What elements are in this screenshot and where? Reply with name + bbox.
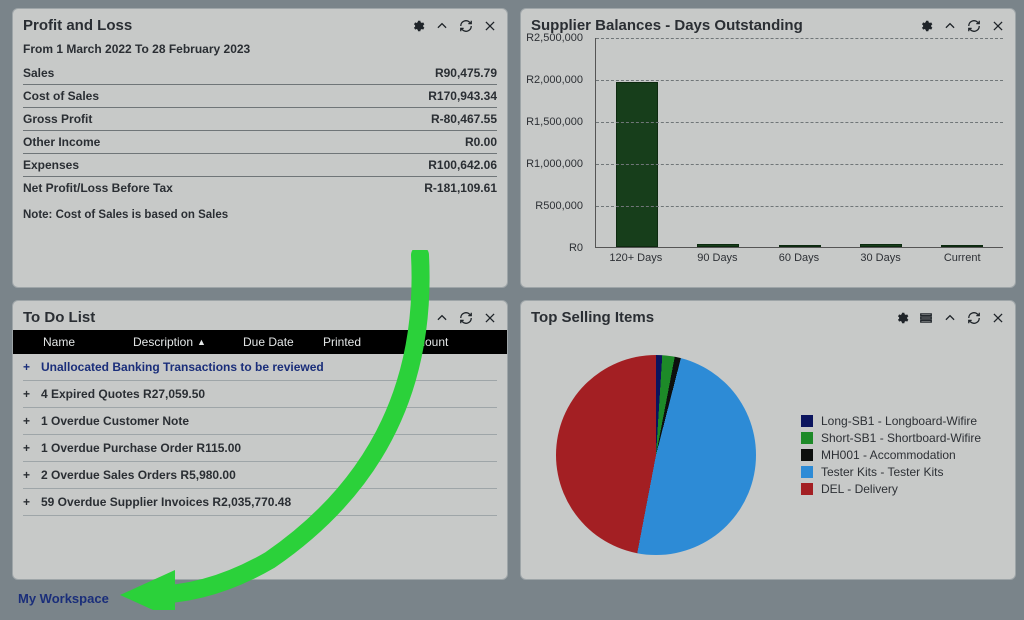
expand-icon[interactable]: +	[23, 414, 35, 428]
col-due-date[interactable]: Due Date	[243, 335, 323, 349]
refresh-icon[interactable]	[967, 311, 981, 325]
supplier-bar-chart: R0 R500,000 R1,000,000 R1,500,000 R2,000,000…	[521, 38, 1015, 287]
profit-loss-widget: Profit and Loss From 1 March 2022 To 28 …	[12, 8, 508, 288]
col-printed[interactable]: Printed	[323, 335, 393, 349]
bar	[860, 244, 902, 247]
y-tick-label: R0	[521, 242, 589, 254]
sort-asc-icon: ▲	[197, 337, 206, 347]
todo-item-label: Unallocated Banking Transactions to be r…	[41, 360, 324, 374]
close-icon[interactable]	[483, 311, 497, 325]
refresh-icon[interactable]	[459, 311, 473, 325]
bar	[941, 245, 983, 247]
close-icon[interactable]	[991, 19, 1005, 33]
collapse-icon[interactable]	[435, 19, 449, 33]
pnl-date-range: From 1 March 2022 To 28 February 2023	[23, 42, 497, 56]
todo-item-label: 4 Expired Quotes R27,059.50	[41, 387, 205, 401]
x-tick-label: 90 Days	[677, 248, 759, 264]
legend-swatch	[801, 449, 813, 461]
todo-widget: To Do List Name Description▲ Due Date Pr…	[12, 300, 508, 580]
gear-icon[interactable]	[411, 311, 425, 325]
legend-label: MH001 - Accommodation	[821, 448, 956, 462]
my-workspace-link[interactable]: My Workspace	[18, 591, 109, 606]
y-tick-label: R2,000,000	[521, 74, 589, 86]
pie-legend: Long-SB1 - Longboard-Wifire Short-SB1 - S…	[781, 411, 1005, 499]
pnl-row-exp: ExpensesR100,642.06	[23, 154, 497, 177]
pnl-note: Note: Cost of Sales is based on Sales	[23, 209, 497, 221]
gear-icon[interactable]	[411, 19, 425, 33]
legend-item: Tester Kits - Tester Kits	[801, 465, 1005, 479]
expand-icon[interactable]: +	[23, 468, 35, 482]
y-tick-label: R500,000	[521, 200, 589, 212]
legend-swatch	[801, 466, 813, 478]
x-tick-label: 120+ Days	[595, 248, 677, 264]
pnl-row-net: Net Profit/Loss Before TaxR-181,109.61	[23, 177, 497, 199]
collapse-icon[interactable]	[435, 311, 449, 325]
list-icon[interactable]	[919, 311, 933, 325]
todo-title: To Do List	[23, 309, 95, 326]
collapse-icon[interactable]	[943, 19, 957, 33]
gear-icon[interactable]	[919, 19, 933, 33]
pnl-title: Profit and Loss	[23, 17, 132, 34]
expand-icon[interactable]: +	[23, 495, 35, 509]
todo-item[interactable]: +4 Expired Quotes R27,059.50	[23, 381, 497, 408]
todo-item[interactable]: +1 Overdue Purchase Order R115.00	[23, 435, 497, 462]
todo-item-label: 1 Overdue Purchase Order R115.00	[41, 441, 241, 455]
todo-item-label: 59 Overdue Supplier Invoices R2,035,770.…	[41, 495, 291, 509]
legend-swatch	[801, 415, 813, 427]
y-tick-label: R1,500,000	[521, 116, 589, 128]
legend-item: MH001 - Accommodation	[801, 448, 1005, 462]
x-tick-label: Current	[921, 248, 1003, 264]
top-selling-pie	[556, 355, 756, 555]
close-icon[interactable]	[483, 19, 497, 33]
todo-item-label: 1 Overdue Customer Note	[41, 414, 189, 428]
bar	[697, 244, 739, 247]
gear-icon[interactable]	[895, 311, 909, 325]
expand-icon[interactable]: +	[23, 360, 35, 374]
pnl-row-cost: Cost of SalesR170,943.34	[23, 85, 497, 108]
todo-item[interactable]: +1 Overdue Customer Note	[23, 408, 497, 435]
collapse-icon[interactable]	[943, 311, 957, 325]
col-amount[interactable]: Amount	[393, 335, 497, 349]
bar	[779, 245, 821, 247]
y-tick-label: R1,000,000	[521, 158, 589, 170]
todo-item[interactable]: + Unallocated Banking Transactions to be …	[23, 354, 497, 381]
col-description[interactable]: Description▲	[133, 335, 243, 349]
legend-item: Short-SB1 - Shortboard-Wifire	[801, 431, 1005, 445]
y-tick-label: R2,500,000	[521, 32, 589, 44]
legend-swatch	[801, 432, 813, 444]
close-icon[interactable]	[991, 311, 1005, 325]
pnl-row-gross: Gross ProfitR-80,467.55	[23, 108, 497, 131]
x-tick-label: 30 Days	[840, 248, 922, 264]
legend-swatch	[801, 483, 813, 495]
refresh-icon[interactable]	[967, 19, 981, 33]
pnl-row-other: Other IncomeR0.00	[23, 131, 497, 154]
top-selling-widget: Top Selling Items Long-SB1 - Longboard-W…	[520, 300, 1016, 580]
legend-item: DEL - Delivery	[801, 482, 1005, 496]
refresh-icon[interactable]	[459, 19, 473, 33]
x-tick-label: 60 Days	[758, 248, 840, 264]
legend-label: Tester Kits - Tester Kits	[821, 465, 943, 479]
todo-item[interactable]: +59 Overdue Supplier Invoices R2,035,770…	[23, 489, 497, 516]
legend-label: DEL - Delivery	[821, 482, 898, 496]
top-selling-title: Top Selling Items	[531, 309, 654, 326]
legend-label: Long-SB1 - Longboard-Wifire	[821, 414, 977, 428]
legend-item: Long-SB1 - Longboard-Wifire	[801, 414, 1005, 428]
pnl-row-sales: SalesR90,475.79	[23, 62, 497, 85]
col-name[interactable]: Name	[23, 335, 133, 349]
todo-item-label: 2 Overdue Sales Orders R5,980.00	[41, 468, 236, 482]
todo-item[interactable]: +2 Overdue Sales Orders R5,980.00	[23, 462, 497, 489]
todo-columns-header: Name Description▲ Due Date Printed Amoun…	[13, 330, 507, 354]
expand-icon[interactable]: +	[23, 387, 35, 401]
supplier-balances-widget: Supplier Balances - Days Outstanding R0R…	[520, 8, 1016, 288]
legend-label: Short-SB1 - Shortboard-Wifire	[821, 431, 981, 445]
expand-icon[interactable]: +	[23, 441, 35, 455]
